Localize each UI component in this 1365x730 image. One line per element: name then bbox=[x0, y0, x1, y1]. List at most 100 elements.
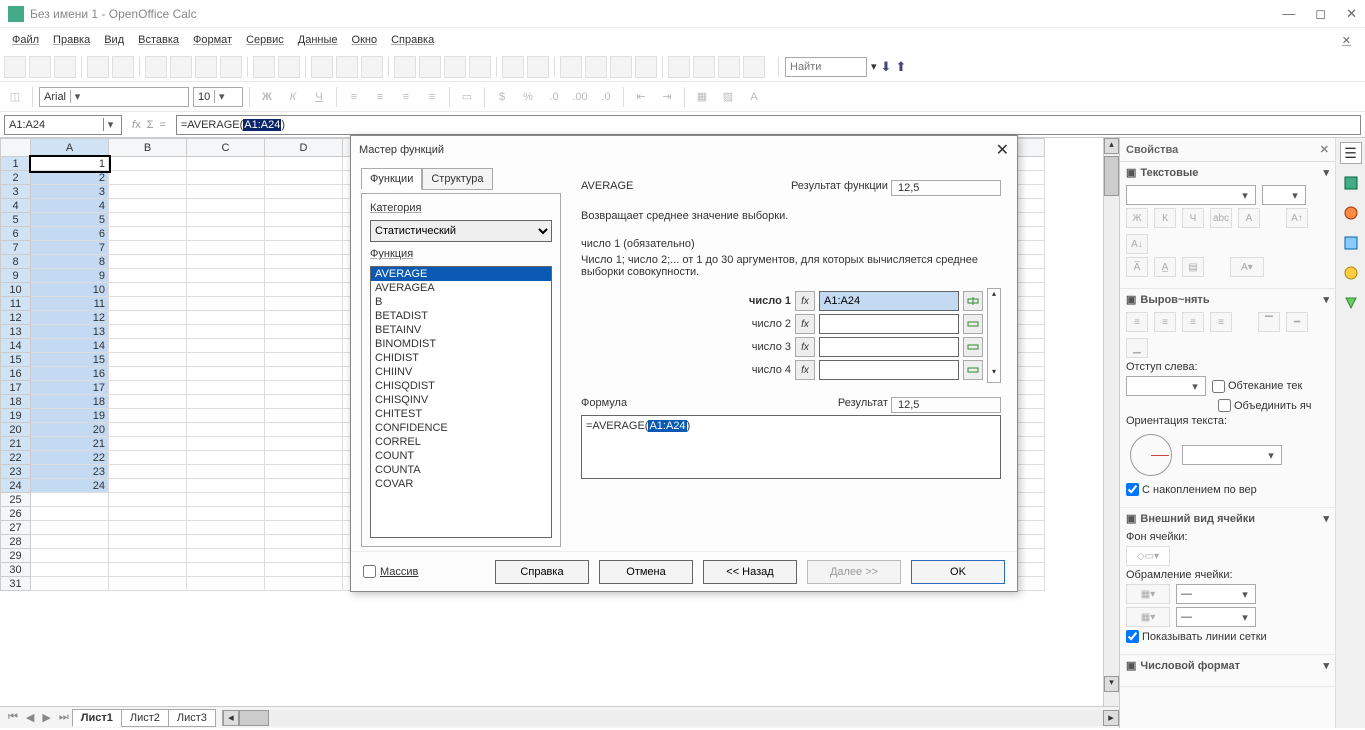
deck-navigator-icon[interactable] bbox=[1340, 232, 1362, 254]
align-center-icon[interactable]: ≡ bbox=[369, 86, 391, 108]
formula-textarea[interactable]: =AVERAGE(A1:A24) bbox=[581, 415, 1001, 479]
menu-data[interactable]: Данные bbox=[292, 32, 344, 48]
row-header[interactable]: 9 bbox=[1, 269, 31, 283]
arg1-fx-icon[interactable]: fx bbox=[795, 291, 815, 311]
cell[interactable] bbox=[187, 241, 265, 255]
merge-checkbox[interactable] bbox=[1218, 399, 1231, 412]
tab-functions[interactable]: Функции bbox=[361, 168, 422, 190]
format-paint-icon[interactable] bbox=[220, 56, 242, 78]
sheet-tab-3[interactable]: Лист3 bbox=[168, 709, 216, 727]
paste-icon[interactable] bbox=[195, 56, 217, 78]
cancel-button[interactable]: Отмена bbox=[599, 560, 693, 584]
close-document-button[interactable]: ✕ bbox=[1334, 32, 1359, 49]
cell[interactable]: 14 bbox=[31, 339, 109, 353]
orientation-dropdown[interactable]: ▾ bbox=[1182, 445, 1282, 465]
menu-help[interactable]: Справка bbox=[385, 32, 440, 48]
dialog-close-icon[interactable]: ✕ bbox=[996, 140, 1009, 160]
row-header[interactable]: 27 bbox=[1, 521, 31, 535]
arg1-input[interactable] bbox=[819, 291, 959, 311]
row-header[interactable]: 29 bbox=[1, 549, 31, 563]
cell[interactable] bbox=[187, 353, 265, 367]
row-header[interactable]: 18 bbox=[1, 395, 31, 409]
cell[interactable] bbox=[187, 563, 265, 577]
cell[interactable] bbox=[109, 409, 187, 423]
col-header[interactable]: B bbox=[109, 139, 187, 157]
wrap-checkbox[interactable] bbox=[1212, 380, 1225, 393]
row-header[interactable]: 24 bbox=[1, 479, 31, 493]
halign-center-icon[interactable]: ≡ bbox=[1154, 312, 1176, 332]
cell[interactable] bbox=[265, 437, 343, 451]
row-header[interactable]: 8 bbox=[1, 255, 31, 269]
cell[interactable] bbox=[109, 199, 187, 213]
halign-left-icon[interactable]: ≡ bbox=[1126, 312, 1148, 332]
cell[interactable]: 16 bbox=[31, 367, 109, 381]
tab-next-icon[interactable]: ▶ bbox=[38, 711, 54, 724]
row-header[interactable]: 16 bbox=[1, 367, 31, 381]
help-icon[interactable] bbox=[527, 56, 549, 78]
bg-color-picker[interactable]: ◇▭▾ bbox=[1126, 546, 1170, 566]
cell[interactable] bbox=[31, 507, 109, 521]
cell[interactable] bbox=[109, 493, 187, 507]
navigator-icon[interactable] bbox=[419, 56, 441, 78]
row-header[interactable]: 21 bbox=[1, 437, 31, 451]
row-header[interactable]: 1 bbox=[1, 157, 31, 171]
insert-cols-icon[interactable] bbox=[693, 56, 715, 78]
function-list-item[interactable]: CHITEST bbox=[371, 407, 551, 421]
gridlines-checkbox[interactable] bbox=[1126, 630, 1139, 643]
decrease-indent-icon[interactable]: ⇤ bbox=[630, 86, 652, 108]
row-header[interactable]: 10 bbox=[1, 283, 31, 297]
close-window-button[interactable]: ✕ bbox=[1346, 6, 1357, 22]
cell[interactable] bbox=[265, 507, 343, 521]
cell-reference-box[interactable]: A1:A24▾ bbox=[4, 115, 122, 135]
prop-super-icon[interactable]: A↑ bbox=[1286, 208, 1308, 228]
cell[interactable] bbox=[31, 563, 109, 577]
cell[interactable] bbox=[265, 353, 343, 367]
chevron-down-icon[interactable]: ▣ bbox=[1126, 512, 1136, 525]
menu-insert[interactable]: Вставка bbox=[132, 32, 185, 48]
cell[interactable] bbox=[109, 577, 187, 591]
arg4-input[interactable] bbox=[819, 360, 959, 380]
cell[interactable] bbox=[265, 325, 343, 339]
arg3-fx-icon[interactable]: fx bbox=[795, 337, 815, 357]
cell[interactable] bbox=[109, 451, 187, 465]
cell[interactable]: 22 bbox=[31, 451, 109, 465]
row-header[interactable]: 22 bbox=[1, 451, 31, 465]
cell[interactable] bbox=[265, 227, 343, 241]
cut-icon[interactable] bbox=[145, 56, 167, 78]
font-name-combo[interactable]: Arial▾ bbox=[39, 87, 189, 107]
cell[interactable]: 1 bbox=[31, 157, 109, 171]
new-icon[interactable] bbox=[4, 56, 26, 78]
currency-icon[interactable]: $ bbox=[491, 86, 513, 108]
deck-styles-icon[interactable] bbox=[1340, 172, 1362, 194]
formula-input[interactable]: =AVERAGE(A1:A24) bbox=[176, 115, 1361, 135]
cell[interactable] bbox=[31, 577, 109, 591]
cell[interactable] bbox=[187, 185, 265, 199]
menu-format[interactable]: Формат bbox=[187, 32, 238, 48]
chevron-down-icon[interactable]: ▣ bbox=[1126, 293, 1136, 306]
print-icon[interactable] bbox=[112, 56, 134, 78]
cell[interactable] bbox=[265, 255, 343, 269]
section-menu-icon[interactable]: ▾ bbox=[1323, 512, 1329, 525]
cell[interactable]: 3 bbox=[31, 185, 109, 199]
cell[interactable] bbox=[109, 465, 187, 479]
cell[interactable] bbox=[265, 269, 343, 283]
function-list-item[interactable]: COVAR bbox=[371, 477, 551, 491]
cell[interactable] bbox=[109, 297, 187, 311]
save-icon[interactable] bbox=[54, 56, 76, 78]
cell[interactable] bbox=[265, 367, 343, 381]
menu-tools[interactable]: Сервис bbox=[240, 32, 290, 48]
cell[interactable] bbox=[187, 227, 265, 241]
cell[interactable] bbox=[187, 535, 265, 549]
cell[interactable] bbox=[187, 577, 265, 591]
cell[interactable] bbox=[265, 171, 343, 185]
function-list-item[interactable]: AVERAGE bbox=[371, 267, 551, 281]
cell[interactable] bbox=[109, 227, 187, 241]
row-header[interactable]: 31 bbox=[1, 577, 31, 591]
export-pdf-icon[interactable] bbox=[87, 56, 109, 78]
function-list-item[interactable]: BETAINV bbox=[371, 323, 551, 337]
cell[interactable] bbox=[109, 241, 187, 255]
cell[interactable]: 13 bbox=[31, 325, 109, 339]
find-dropdown-icon[interactable]: ▾ bbox=[871, 60, 877, 73]
row-header[interactable]: 26 bbox=[1, 507, 31, 521]
sort-asc-icon[interactable] bbox=[336, 56, 358, 78]
